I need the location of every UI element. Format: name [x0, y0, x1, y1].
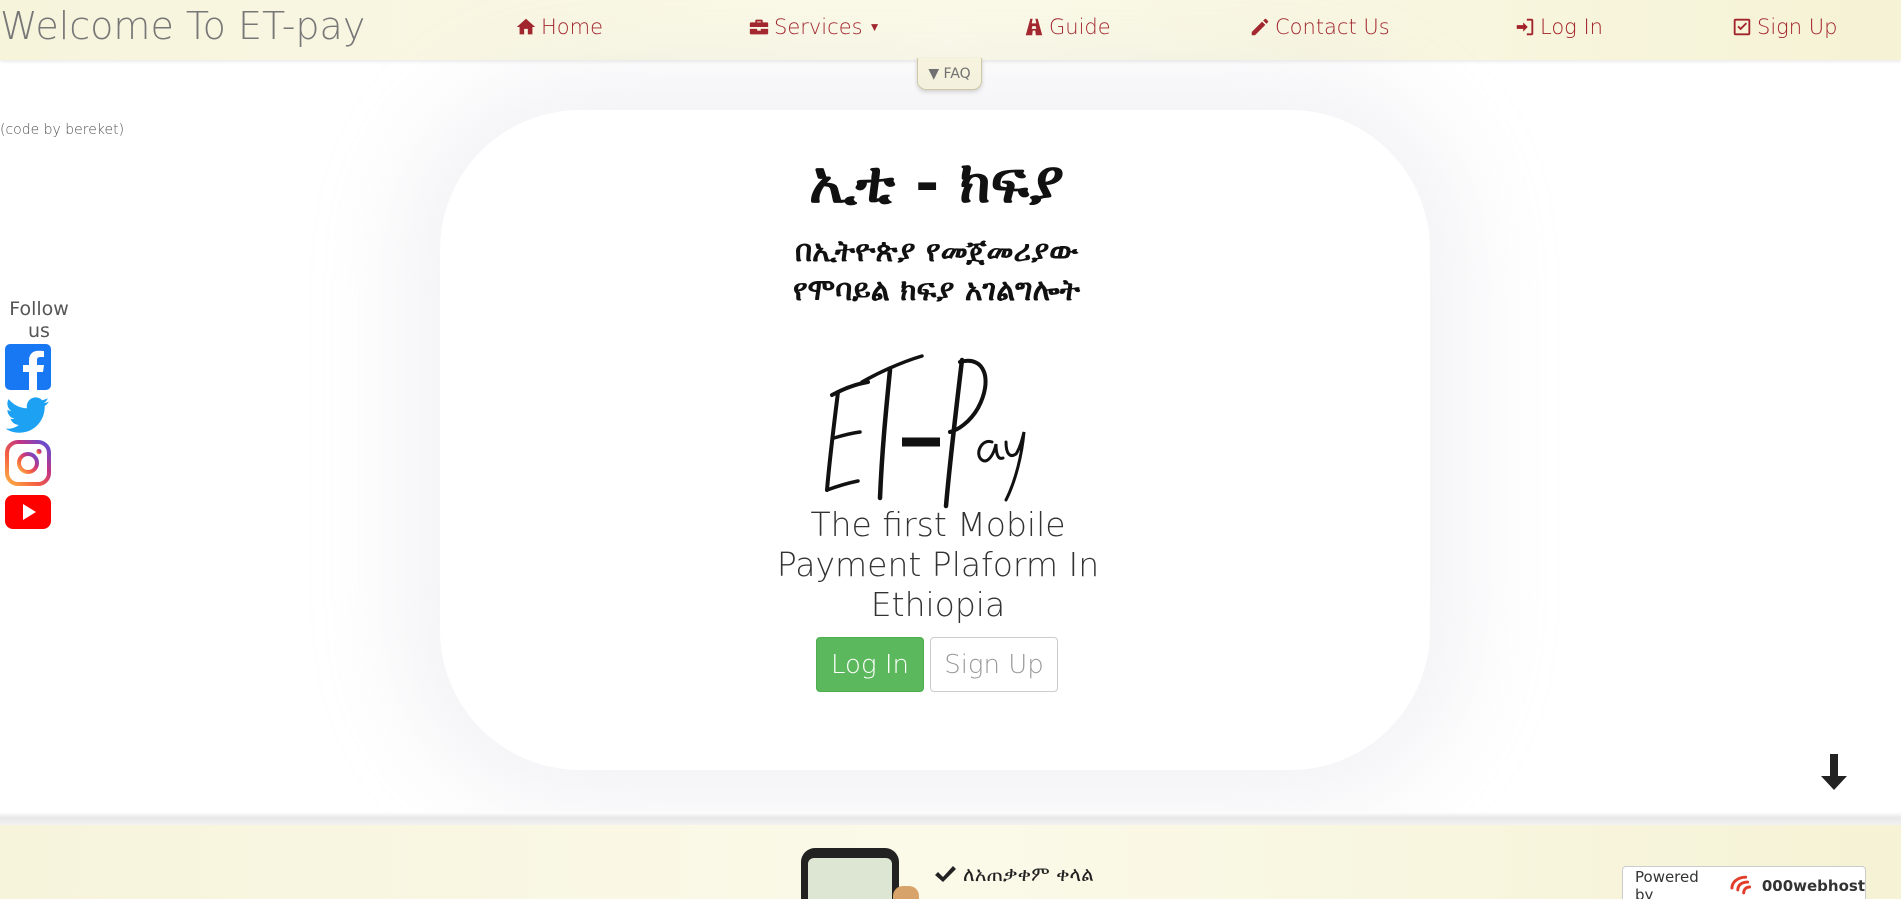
facebook-link[interactable] [5, 344, 51, 390]
nav-home[interactable]: Home [515, 12, 603, 42]
hand-image [893, 886, 919, 899]
instagram-icon [5, 440, 51, 486]
hero-login-button[interactable]: Log In [816, 637, 924, 692]
instagram-link[interactable] [5, 440, 51, 486]
check-icon [935, 866, 956, 882]
nav-login[interactable]: Log In [1514, 12, 1603, 42]
briefcase-icon [749, 19, 769, 35]
hero-subtitle-amharic: በኢትዮጵያ የመጀመሪያው የሞባይል ክፍያ አገልግሎት [563, 232, 1310, 310]
webhost-logo-icon [1730, 875, 1752, 895]
powered-by-label: Powered by [1635, 868, 1699, 899]
youtube-icon [5, 495, 51, 529]
powered-by-host: 000webhost [1761, 877, 1865, 895]
hero-tagline: The first Mobile Payment Plaform In Ethi… [776, 505, 1100, 624]
nav-guide[interactable]: Guide [1023, 12, 1111, 42]
hero-title-amharic: ኢቲ - ክፍያ [808, 148, 1065, 216]
feature-easy-to-use: ለአጠቃቀም ቀላል [933, 862, 1094, 886]
chevron-down-icon: ▼ [868, 20, 881, 34]
et-pay-logo [825, 354, 1026, 509]
nav-contact-label: Contact Us [1275, 15, 1390, 39]
facebook-icon [5, 344, 51, 390]
nav-login-label: Log In [1540, 15, 1603, 39]
twitter-icon [5, 397, 50, 433]
twitter-link[interactable] [5, 392, 51, 438]
scroll-down-arrow-icon[interactable] [1816, 752, 1852, 792]
road-icon [1025, 18, 1043, 36]
hero-signup-button[interactable]: Sign Up [930, 637, 1058, 692]
hero-subtitle-line1: በኢትዮጵያ የመጀመሪያው [794, 234, 1079, 269]
code-credit: (code by bereket) [0, 122, 125, 138]
phone-screen [808, 858, 892, 899]
nav-guide-label: Guide [1049, 15, 1111, 39]
nav-services-label: Services [774, 15, 863, 39]
navbar: Welcome To ET-pay Home Services ▼ Guide … [0, 0, 1901, 60]
feature-label: ለአጠቃቀም ቀላል [963, 862, 1094, 886]
nav-signup[interactable]: Sign Up [1731, 12, 1837, 42]
hero-subtitle-line2: የሞባይል ክፍያ አገልግሎት [793, 273, 1080, 308]
nav-signup-label: Sign Up [1757, 15, 1838, 39]
check-square-icon [1733, 18, 1751, 36]
youtube-link[interactable] [5, 490, 51, 536]
nav-home-label: Home [541, 15, 604, 39]
follow-label: Follow us [9, 298, 69, 342]
nav-contact[interactable]: Contact Us [1249, 12, 1390, 42]
sign-in-icon [1516, 18, 1534, 36]
pencil-icon [1251, 18, 1269, 36]
powered-by-badge[interactable]: Powered by 000webhost [1622, 866, 1866, 899]
nav-services[interactable]: Services ▼ [748, 12, 880, 42]
faq-toggle[interactable]: ▼ FAQ [917, 58, 982, 90]
home-icon [516, 18, 536, 35]
brand-title[interactable]: Welcome To ET-pay [0, 4, 365, 48]
footer-divider [0, 812, 1901, 825]
